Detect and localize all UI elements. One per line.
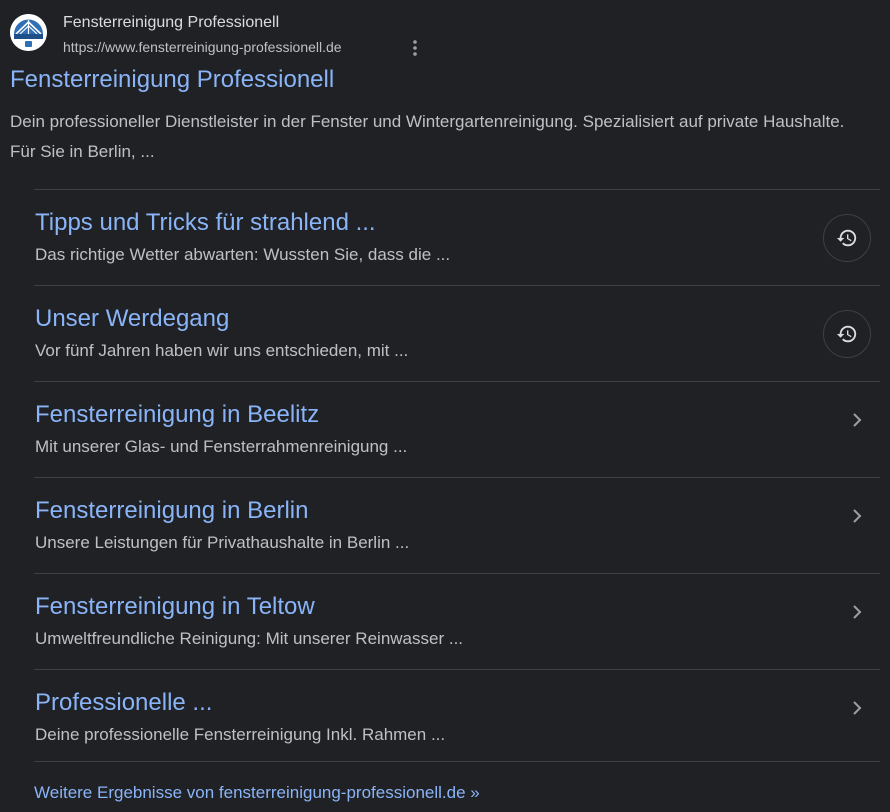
sitelink-tipps[interactable]: Tipps und Tricks für strahlend ... Das r… xyxy=(34,189,880,285)
sitelink-werdegang[interactable]: Unser Werdegang Vor fünf Jahren haben wi… xyxy=(34,285,880,381)
site-name[interactable]: Fensterreinigung Professionell xyxy=(63,14,279,32)
sitelink-beelitz[interactable]: Fensterreinigung in Beelitz Mit unserer … xyxy=(34,381,880,477)
sitelink-description: Das richtige Wetter abwarten: Wussten Si… xyxy=(35,245,451,264)
chevron-right-icon[interactable] xyxy=(849,602,865,622)
sitelink-description: Mit unserer Glas- und Fensterrahmenreini… xyxy=(35,437,408,456)
sitelink-description: Umweltfreundliche Reinigung: Mit unserer… xyxy=(35,629,464,648)
chevron-right-icon[interactable] xyxy=(849,410,865,430)
sitelink-title[interactable]: Fensterreinigung in Berlin xyxy=(35,497,308,525)
sitelink-description: Unsere Leistungen für Privathaushalte in… xyxy=(35,533,410,552)
sitelink-professionelle[interactable]: Professionelle ... Deine professionelle … xyxy=(34,669,880,762)
more-options-icon[interactable] xyxy=(406,38,424,58)
chevron-right-icon[interactable] xyxy=(849,506,865,526)
sitelink-description: Vor fünf Jahren haben wir uns entschiede… xyxy=(35,341,409,360)
chevron-right-icon[interactable] xyxy=(849,698,865,718)
sitelink-title[interactable]: Fensterreinigung in Beelitz xyxy=(35,401,319,429)
site-url[interactable]: https://www.fensterreinigung-professione… xyxy=(63,39,342,55)
sitelink-title[interactable]: Fensterreinigung in Teltow xyxy=(35,593,315,621)
result-header: Fensterreinigung Professionell https://w… xyxy=(10,14,880,60)
sitelink-title[interactable]: Professionelle ... xyxy=(35,689,212,717)
result-snippet: Dein professioneller Dienstleister in de… xyxy=(10,112,845,161)
sitelink-teltow[interactable]: Fensterreinigung in Teltow Umweltfreundl… xyxy=(34,573,880,669)
result-title-link[interactable]: Fensterreinigung Professionell xyxy=(10,66,334,94)
company-logo xyxy=(10,14,47,51)
site-favicon[interactable] xyxy=(10,14,47,51)
sitelink-title[interactable]: Unser Werdegang xyxy=(35,305,229,333)
sitelink-berlin[interactable]: Fensterreinigung in Berlin Unsere Leistu… xyxy=(34,477,880,573)
sitelinks: Tipps und Tricks für strahlend ... Das r… xyxy=(34,189,880,762)
history-icon[interactable] xyxy=(823,214,871,262)
sitelink-description: Deine professionelle Fensterreinigung In… xyxy=(35,725,446,744)
more-results-link[interactable]: Weitere Ergebnisse von fensterreinigung-… xyxy=(34,783,480,803)
history-icon[interactable] xyxy=(823,310,871,358)
sitelink-title[interactable]: Tipps und Tricks für strahlend ... xyxy=(35,209,376,237)
